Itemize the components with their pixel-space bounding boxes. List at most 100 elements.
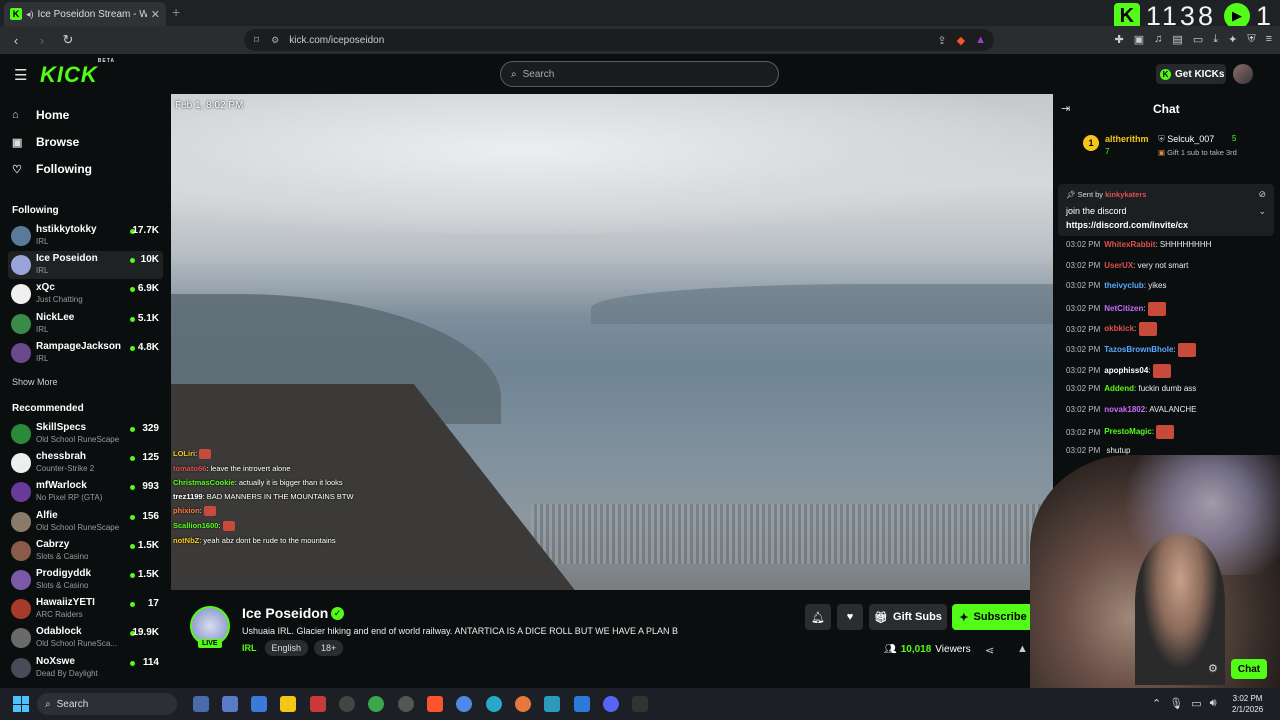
- category-link[interactable]: IRL: [242, 643, 257, 653]
- sidebar-channel[interactable]: Prodigyddk Slots & Casino 1.5K: [8, 566, 163, 594]
- sidebar-channel[interactable]: chessbrah Counter-Strike 2 125: [8, 449, 163, 477]
- discord-icon[interactable]: [603, 696, 619, 712]
- chat-message[interactable]: 03:02 PM Addend: fuckin dumb ass: [1066, 384, 1196, 393]
- chrome-icon[interactable]: [456, 696, 472, 712]
- sidebar-channel[interactable]: NoXswe Dead By Daylight 114: [8, 654, 163, 682]
- sidebar-channel[interactable]: SkillSpecs Old School RuneScape 329: [8, 420, 163, 448]
- chat-username[interactable]: Addend: [1104, 384, 1134, 393]
- channel-name[interactable]: Ice Poseidon: [242, 605, 328, 621]
- chat-username[interactable]: theivyclub: [1104, 281, 1144, 290]
- chevron-up-icon[interactable]: ⌃: [1152, 697, 1161, 710]
- wallet-icon[interactable]: ▭: [1193, 33, 1203, 46]
- chat-username[interactable]: okbkick: [1104, 325, 1134, 334]
- nav-home[interactable]: ⌂ Home: [12, 108, 69, 122]
- network-icon[interactable]: ▭: [1191, 697, 1201, 710]
- chevron-down-icon[interactable]: ⌄: [1258, 206, 1266, 217]
- share-icon[interactable]: ⇪: [937, 34, 946, 47]
- firefox-icon[interactable]: [515, 696, 531, 712]
- vpn-icon[interactable]: ⛨: [1247, 33, 1255, 46]
- chat-message[interactable]: 03:02 PM apophiss04:: [1066, 363, 1171, 378]
- hamburger-menu-icon[interactable]: ☰: [14, 66, 27, 84]
- search-input[interactable]: ⌕ Search: [500, 61, 779, 87]
- browser-tab[interactable]: K ◂) Ice Poseidon Stream - Watch ✕: [4, 2, 166, 26]
- user-avatar[interactable]: [1233, 64, 1253, 84]
- app-icon-6[interactable]: [339, 696, 355, 712]
- edge-icon[interactable]: [486, 696, 502, 712]
- report-icon[interactable]: ▲: [1017, 643, 1028, 655]
- brave-icon[interactable]: [427, 696, 443, 712]
- menu-icon[interactable]: ≡: [1266, 33, 1272, 46]
- brave-rewards-icon[interactable]: ▲: [975, 34, 986, 47]
- app-icon-16[interactable]: [632, 696, 648, 712]
- chat-message[interactable]: 03:02 PM PrestoMagic:: [1066, 425, 1175, 440]
- sidebar-channel[interactable]: Odablock Old School RuneSca... 19.9K: [8, 624, 163, 652]
- sidebar-channel[interactable]: hstikkytokky IRL 17.7K: [8, 222, 163, 250]
- chat-username[interactable]: apophiss04: [1104, 366, 1148, 375]
- chat-username[interactable]: PrestoMagic: [1104, 428, 1152, 437]
- windows-start-icon[interactable]: [13, 696, 29, 712]
- taskbar-search[interactable]: ⌕ Search: [37, 693, 177, 715]
- chat-settings-icon[interactable]: ⚙: [1208, 662, 1218, 675]
- file-explorer-icon[interactable]: [280, 696, 296, 712]
- sidebar-channel[interactable]: xQc Just Chatting 6.9K: [8, 280, 163, 308]
- chat-username[interactable]: novak1802: [1104, 405, 1145, 414]
- tag-mature[interactable]: 18+: [314, 640, 344, 656]
- vscode-icon[interactable]: [574, 696, 590, 712]
- music-icon[interactable]: ♫: [1154, 33, 1162, 46]
- forward-icon[interactable]: ›: [32, 33, 52, 48]
- app-icon-8[interactable]: [398, 696, 414, 712]
- chat-message[interactable]: 03:02 PM UserUX: very not smart: [1066, 261, 1188, 270]
- app-icon-13[interactable]: [544, 696, 560, 712]
- sidebar-icon[interactable]: ▤: [1172, 33, 1182, 46]
- gift-subs-button[interactable]: 🎁︎ Gift Subs: [869, 604, 947, 630]
- chat-message[interactable]: 03:02 PM WhitexRabbit: SHHHHHHHH: [1066, 240, 1211, 249]
- chat-username[interactable]: TazosBrownBhole: [1104, 345, 1173, 354]
- get-kicks-button[interactable]: K Get KICKs: [1156, 64, 1226, 84]
- chat-message[interactable]: 03:02 PM theivyclub: yikes: [1066, 281, 1167, 290]
- chat-username[interactable]: NetCitizen: [1104, 304, 1143, 313]
- unpin-icon[interactable]: ⊘: [1258, 189, 1266, 200]
- download-icon[interactable]: ⤓: [1213, 33, 1218, 46]
- chat-message[interactable]: 03:02 PM TazosBrownBhole:: [1066, 343, 1196, 357]
- kick-logo[interactable]: KICKBETA: [40, 58, 115, 88]
- tag-language[interactable]: English: [264, 640, 309, 656]
- sidebar-channel[interactable]: Cabrzy Slots & Casino 1.5K: [8, 537, 163, 565]
- taskbar-clock[interactable]: 3:02 PM 2/1/2026: [1232, 693, 1263, 715]
- puzzle-icon[interactable]: ✚: [1115, 33, 1124, 46]
- nav-browse[interactable]: ▣ Browse: [12, 135, 79, 149]
- new-tab-icon[interactable]: +: [172, 4, 180, 20]
- screenshot-icon[interactable]: ▣: [1134, 33, 1144, 46]
- follow-button[interactable]: ♥: [837, 604, 863, 630]
- chat-username[interactable]: WhitexRabbit: [1104, 240, 1155, 249]
- video-player[interactable]: Feb 1, 8:02 PM LOLiri: tomato66: leave t…: [171, 94, 1053, 590]
- volume-icon[interactable]: 🔊︎: [1210, 697, 1217, 710]
- back-icon[interactable]: ‹: [6, 33, 26, 48]
- app-icon-1[interactable]: [193, 696, 209, 712]
- subscribe-button[interactable]: ✦ Subscribe: [952, 604, 1034, 630]
- sidebar-channel[interactable]: RampageJackson IRL 4.8K: [8, 339, 163, 367]
- collapse-chat-icon[interactable]: ⇥: [1061, 102, 1070, 115]
- url-field[interactable]: ⌑ ⚙ kick.com/iceposeidon ⇪ ◆ ▲: [244, 29, 994, 51]
- bookmark-icon[interactable]: ⌑: [254, 35, 259, 46]
- chat-message[interactable]: 03:02 PM okbkick:: [1066, 322, 1157, 337]
- site-info-icon[interactable]: ⚙: [271, 35, 279, 46]
- app-icon-3[interactable]: [251, 696, 267, 712]
- leo-icon[interactable]: ✦: [1228, 33, 1237, 46]
- chat-username[interactable]: UserUX: [1104, 261, 1133, 270]
- pinned-link[interactable]: https://discord.com/invite/cx: [1066, 220, 1188, 230]
- show-more-link[interactable]: Show More: [12, 377, 58, 387]
- sidebar-channel[interactable]: HawaiizYETI ARC Raiders 17: [8, 595, 163, 623]
- speaker-icon[interactable]: ◂): [26, 9, 34, 20]
- app-icon-5[interactable]: [310, 696, 326, 712]
- reload-icon[interactable]: ↻: [58, 32, 78, 48]
- chat-message[interactable]: 03:02 PM novak1802: AVALANCHE: [1066, 405, 1196, 414]
- share-icon[interactable]: ⋖: [985, 644, 994, 657]
- close-tab-icon[interactable]: ✕: [151, 8, 160, 21]
- brave-shield-icon[interactable]: ◆: [957, 34, 965, 47]
- send-chat-button[interactable]: Chat: [1231, 659, 1267, 679]
- app-icon-7[interactable]: [368, 696, 384, 712]
- chat-message[interactable]: 03:02 PM shutup: [1066, 446, 1131, 455]
- sidebar-channel[interactable]: Alfie Old School RuneScape 156: [8, 508, 163, 536]
- microphone-icon[interactable]: 🎙︎: [1169, 697, 1183, 710]
- chat-message[interactable]: 03:02 PM NetCitizen:: [1066, 301, 1166, 316]
